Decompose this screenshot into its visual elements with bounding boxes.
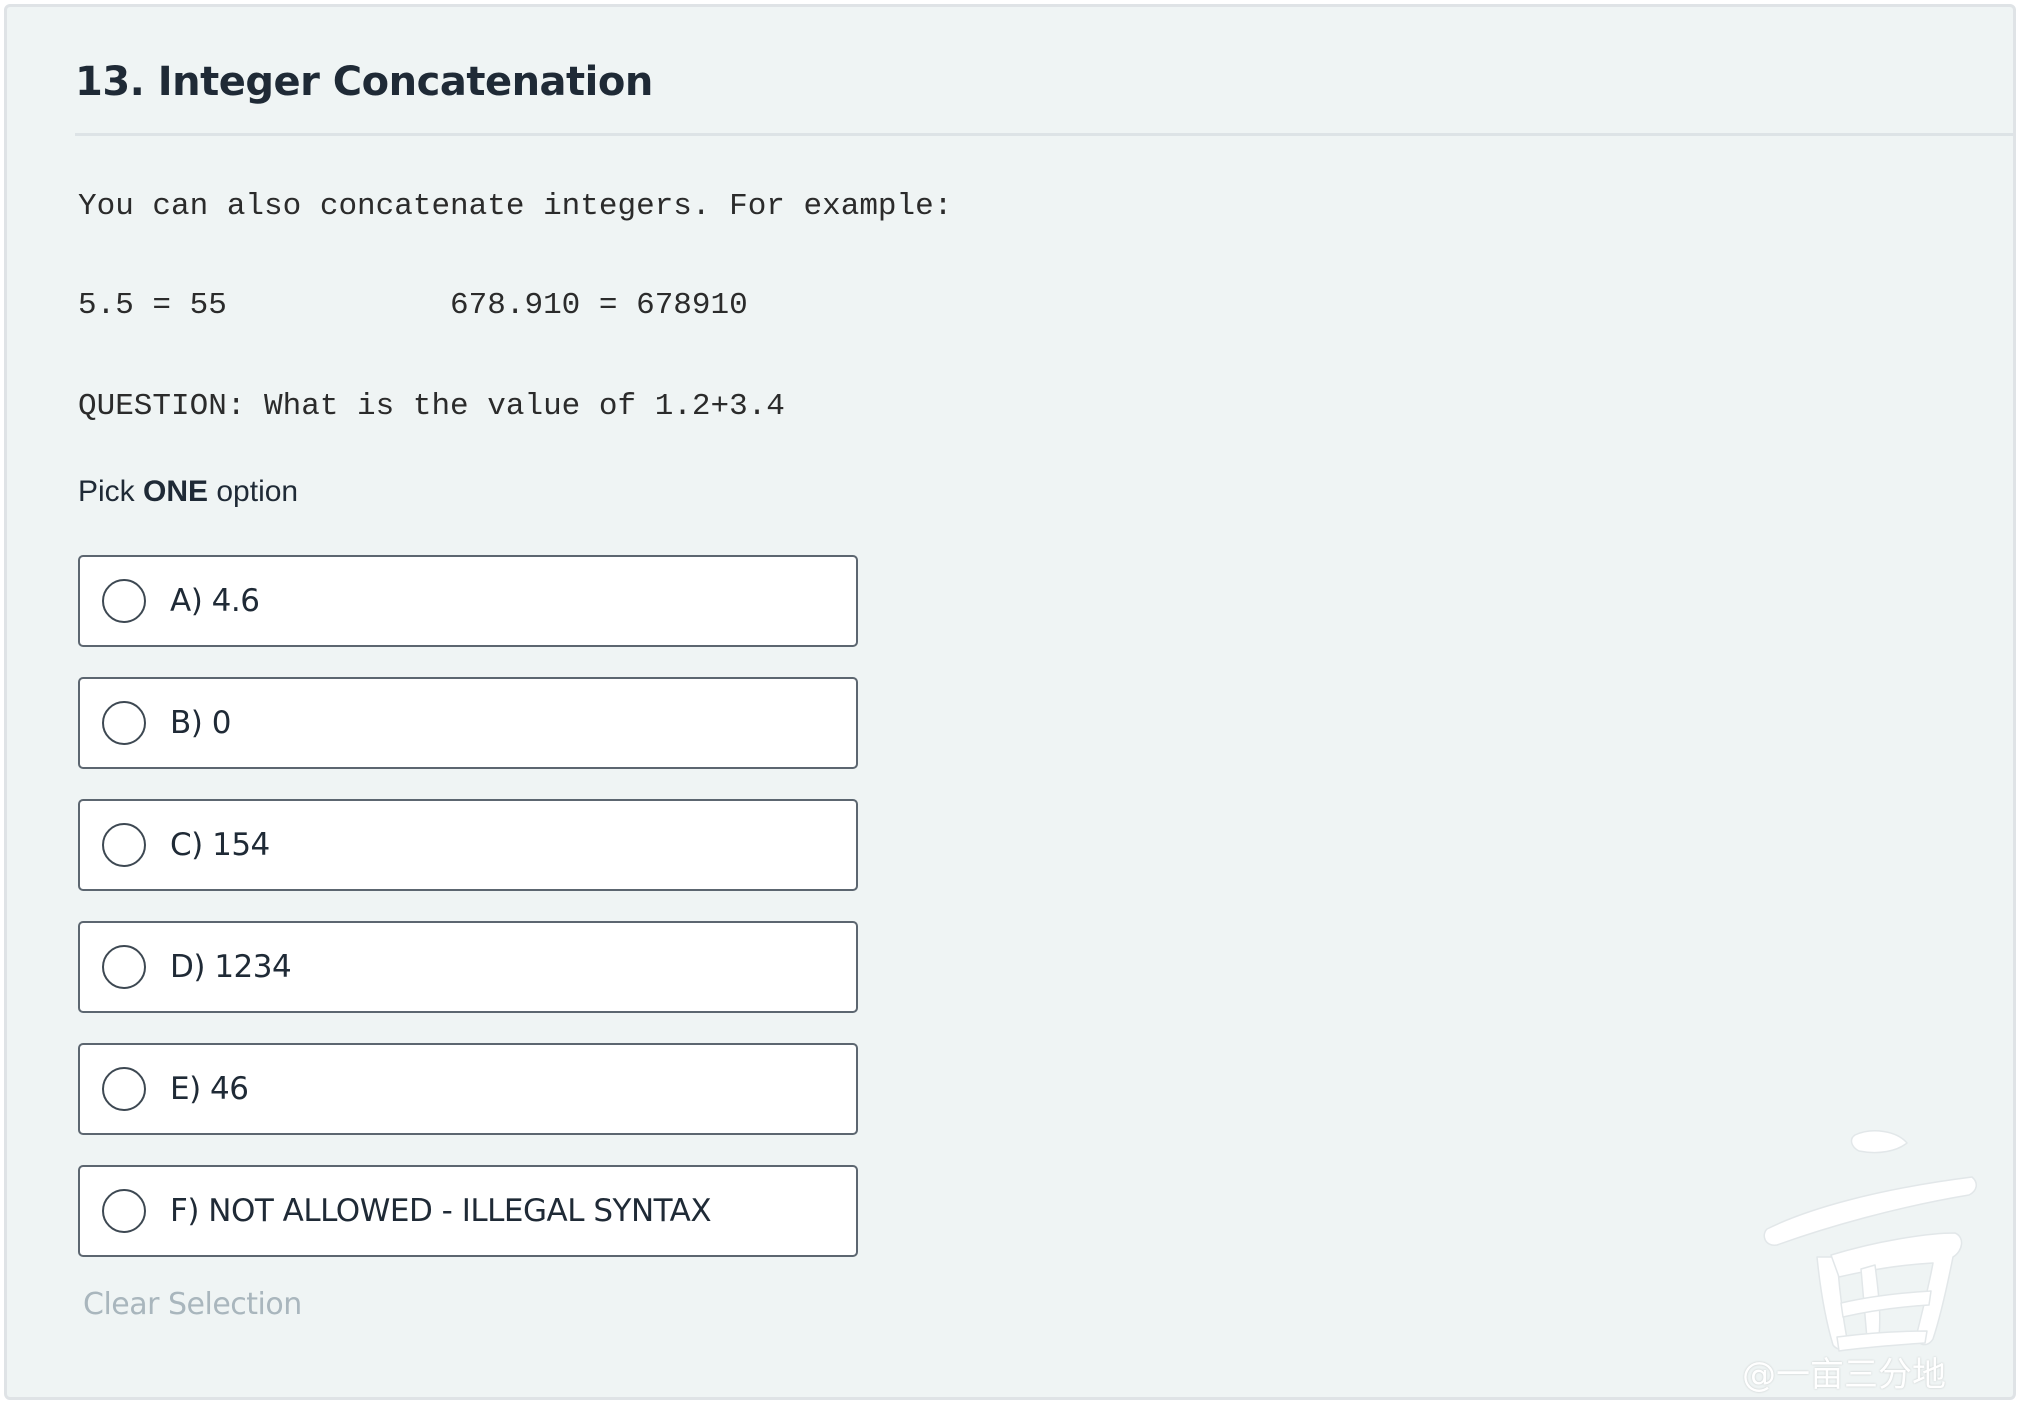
option-label: B) 0 (170, 705, 231, 741)
pick-suffix: option (208, 475, 299, 508)
radio-button-a[interactable] (102, 579, 146, 623)
radio-button-d[interactable] (102, 945, 146, 989)
option-label: F) NOT ALLOWED - ILLEGAL SYNTAX (170, 1193, 712, 1229)
pick-instructions: Pick ONE option (78, 475, 298, 509)
radio-button-e[interactable] (102, 1067, 146, 1111)
question-prompt: QUESTION: What is the value of 1.2+3.4 (78, 389, 785, 424)
option-c[interactable]: C) 154 (78, 799, 858, 891)
radio-button-c[interactable] (102, 823, 146, 867)
option-e[interactable]: E) 46 (78, 1043, 858, 1135)
watermark-text: @一亩三分地 (1742, 1355, 1946, 1395)
option-f[interactable]: F) NOT ALLOWED - ILLEGAL SYNTAX (78, 1165, 858, 1257)
option-label: D) 1234 (170, 949, 292, 985)
question-intro: You can also concatenate integers. For e… (78, 189, 953, 224)
clear-selection-link[interactable]: Clear Selection (83, 1287, 302, 1322)
option-label: A) 4.6 (170, 583, 260, 619)
option-d[interactable]: D) 1234 (78, 921, 858, 1013)
question-card: 13. Integer Concatenation You can also c… (4, 4, 2016, 1400)
option-label: E) 46 (170, 1071, 249, 1107)
watermark-logo-icon (1763, 1130, 1977, 1352)
question-title: 13. Integer Concatenation (75, 59, 653, 105)
option-label: C) 154 (170, 827, 270, 863)
option-b[interactable]: B) 0 (78, 677, 858, 769)
option-a[interactable]: A) 4.6 (78, 555, 858, 647)
question-examples: 5.5 = 55 678.910 = 678910 (78, 288, 748, 323)
options-list: A) 4.6 B) 0 C) 154 D) 1234 E) 46 F) NOT … (78, 555, 858, 1287)
radio-button-b[interactable] (102, 701, 146, 745)
radio-button-f[interactable] (102, 1189, 146, 1233)
pick-prefix: Pick (78, 475, 144, 508)
pick-emphasis: ONE (143, 475, 209, 508)
title-divider (75, 133, 2013, 136)
